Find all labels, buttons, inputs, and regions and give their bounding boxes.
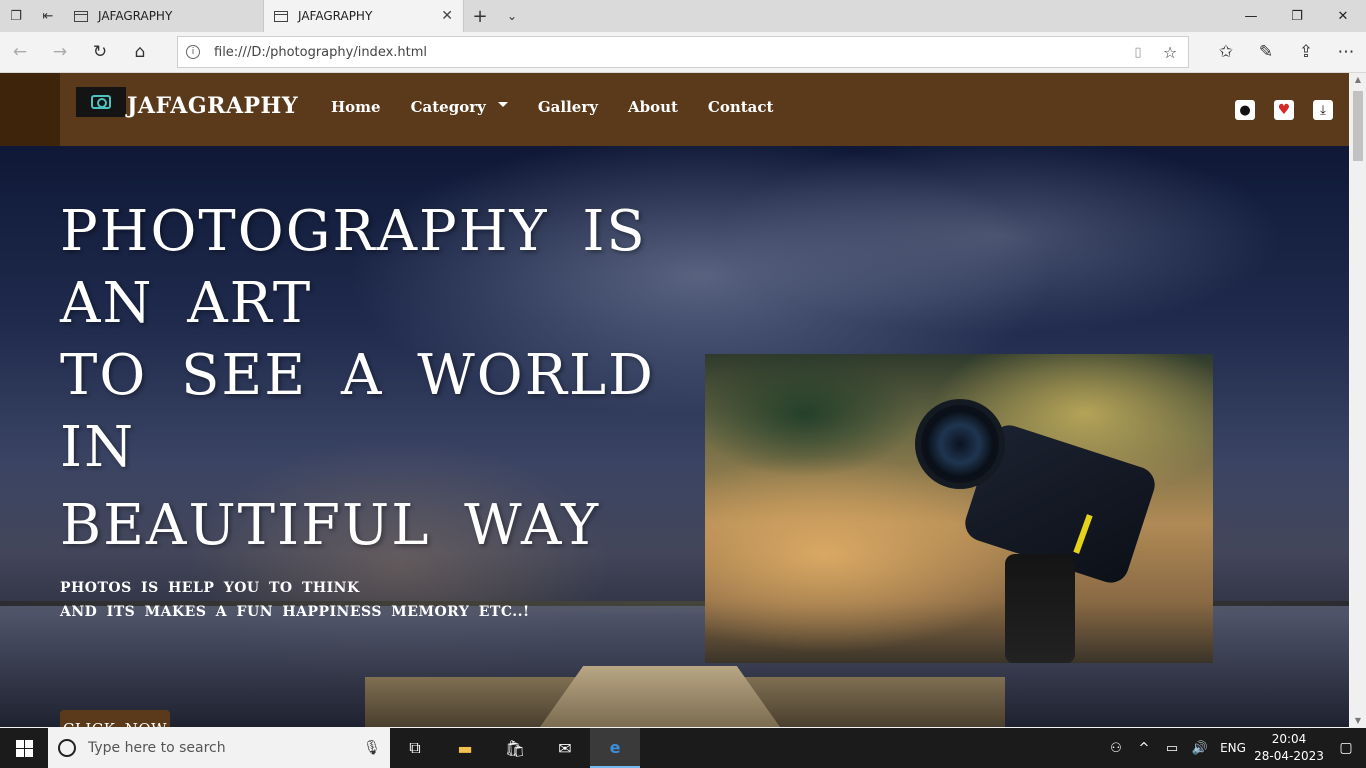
heart-icon[interactable]: ♥	[1274, 100, 1294, 120]
more-options-icon[interactable]: ⋯	[1326, 32, 1366, 72]
clock-time: 20:04	[1271, 732, 1307, 746]
page-viewport: JAFAGRAPHY Home Category Gallery About C…	[0, 73, 1349, 727]
language-indicator[interactable]: ENG	[1214, 741, 1252, 755]
battery-icon[interactable]: ▭	[1158, 741, 1186, 756]
dropdown-caret-icon	[497, 101, 508, 107]
favorite-star-icon[interactable]: ☆	[1152, 43, 1188, 62]
task-view-icon[interactable]: ⧉	[390, 728, 440, 768]
windows-logo-icon	[15, 739, 33, 757]
url-text[interactable]: file:///D:/photography/index.html	[214, 45, 1124, 60]
home-button[interactable]: ⌂	[120, 32, 160, 72]
brand-logo[interactable]	[76, 87, 126, 117]
hero-title-line: PHOTOGRAPHY IS	[60, 199, 647, 264]
browser-tab-1[interactable]: JAFAGRAPHY	[64, 0, 264, 32]
share-icon[interactable]: ⇪	[1286, 32, 1326, 72]
show-hidden-icons-chevron-icon[interactable]: ^	[1130, 741, 1158, 756]
tab-title: JAFAGRAPHY	[298, 9, 373, 23]
brand-name[interactable]: JAFAGRAPHY	[127, 93, 298, 119]
restore-button[interactable]: ❐	[1274, 0, 1320, 32]
microphone-icon[interactable]: 🎙	[354, 740, 390, 756]
refresh-button[interactable]: ↻	[80, 32, 120, 72]
edge-browser-icon[interactable]: e	[590, 728, 640, 768]
favorites-icon[interactable]: ✩	[1206, 32, 1246, 72]
web-note-icon[interactable]: ✎	[1246, 32, 1286, 72]
close-window-button[interactable]: ✕	[1320, 0, 1366, 32]
scrollbar-thumb[interactable]	[1353, 91, 1363, 161]
hero-title: PHOTOGRAPHY IS AN ART TO SEE A WORLD IN …	[60, 196, 660, 562]
store-icon[interactable]: 🛍	[490, 728, 540, 768]
tab-manager-icon[interactable]: ❐	[0, 0, 32, 32]
browser-tab-2[interactable]: JAFAGRAPHY ✕	[264, 0, 464, 32]
reading-view-icon[interactable]: ▯	[1124, 45, 1152, 60]
hero-section: PHOTOGRAPHY IS AN ART TO SEE A WORLD IN …	[0, 146, 1349, 727]
user-icon[interactable]: ●	[1235, 100, 1255, 120]
file-explorer-icon[interactable]: ▬	[440, 728, 490, 768]
address-bar[interactable]: i file:///D:/photography/index.html ▯ ☆	[177, 36, 1189, 68]
scroll-down-icon[interactable]: ▼	[1350, 716, 1366, 725]
browser-tab-strip: ❐ ⇤ JAFAGRAPHY JAFAGRAPHY ✕ + ⌄ — ❐ ✕	[0, 0, 1366, 32]
download-icon[interactable]: ⤓	[1313, 100, 1333, 120]
back-button[interactable]: ←	[0, 32, 40, 72]
hero-subtitle-line: PHOTOS IS HELP YOU TO THINK	[60, 580, 360, 596]
volume-icon[interactable]: 🔊	[1186, 741, 1214, 756]
close-tab-icon[interactable]: ✕	[441, 8, 453, 24]
tab-preview-chevron-icon[interactable]: ⌄	[496, 0, 528, 32]
hero-subtitle: PHOTOS IS HELP YOU TO THINK AND ITS MAKE…	[60, 576, 530, 624]
nav-contact[interactable]: Contact	[708, 98, 774, 116]
site-info-icon[interactable]: i	[186, 45, 200, 59]
browser-toolbar: ← → ↻ ⌂ i file:///D:/photography/index.h…	[0, 32, 1366, 73]
page-scrollbar[interactable]: ▲ ▼	[1350, 73, 1366, 727]
nav-category-label: Category	[410, 98, 486, 116]
nav-home[interactable]: Home	[331, 98, 381, 116]
page-favicon-icon	[74, 10, 88, 22]
hero-title-line: TO SEE A WORLD	[60, 343, 655, 408]
action-center-icon[interactable]: ▢	[1326, 740, 1366, 756]
nav-category[interactable]: Category	[411, 98, 508, 116]
windows-taskbar: Type here to search 🎙 ⧉ ▬ 🛍 ✉ e ⚇ ^ ▭ 🔊 …	[0, 728, 1366, 768]
people-icon[interactable]: ⚇	[1102, 741, 1130, 756]
clock-date: 28-04-2023	[1254, 749, 1324, 763]
header-actions: ● ♥ ⤓	[1216, 100, 1333, 120]
forward-button[interactable]: →	[40, 32, 80, 72]
cortana-icon	[58, 739, 76, 757]
system-tray: ⚇ ^ ▭ 🔊 ENG	[1102, 728, 1252, 768]
main-nav: Home Category Gallery About Contact	[331, 98, 803, 116]
hero-title-line: AN ART	[60, 271, 313, 336]
taskbar-search-box[interactable]: Type here to search 🎙	[48, 728, 390, 768]
search-placeholder: Type here to search	[88, 740, 226, 756]
nav-gallery[interactable]: Gallery	[538, 98, 598, 116]
set-aside-tabs-icon[interactable]: ⇤	[32, 0, 64, 32]
tab-title: JAFAGRAPHY	[98, 9, 173, 23]
nav-about[interactable]: About	[628, 98, 678, 116]
hero-subtitle-line: AND ITS MAKES A FUN HAPPINESS MEMORY ETC…	[60, 604, 530, 620]
hero-title-line: IN	[60, 415, 136, 480]
scroll-up-icon[interactable]: ▲	[1350, 75, 1366, 84]
minimize-button[interactable]: —	[1228, 0, 1274, 32]
start-button[interactable]	[0, 728, 48, 768]
camera-icon	[91, 95, 111, 109]
hero-title-line: BEAUTIFUL WAY	[60, 493, 601, 558]
mail-icon[interactable]: ✉	[540, 728, 590, 768]
site-header: JAFAGRAPHY Home Category Gallery About C…	[0, 73, 1349, 146]
new-tab-button[interactable]: +	[464, 0, 496, 32]
click-now-button[interactable]: CLICK NOW	[60, 710, 170, 727]
page-favicon-icon	[274, 10, 288, 22]
taskbar-clock[interactable]: 20:04 28-04-2023	[1252, 731, 1326, 765]
camera-photo	[705, 354, 1213, 663]
